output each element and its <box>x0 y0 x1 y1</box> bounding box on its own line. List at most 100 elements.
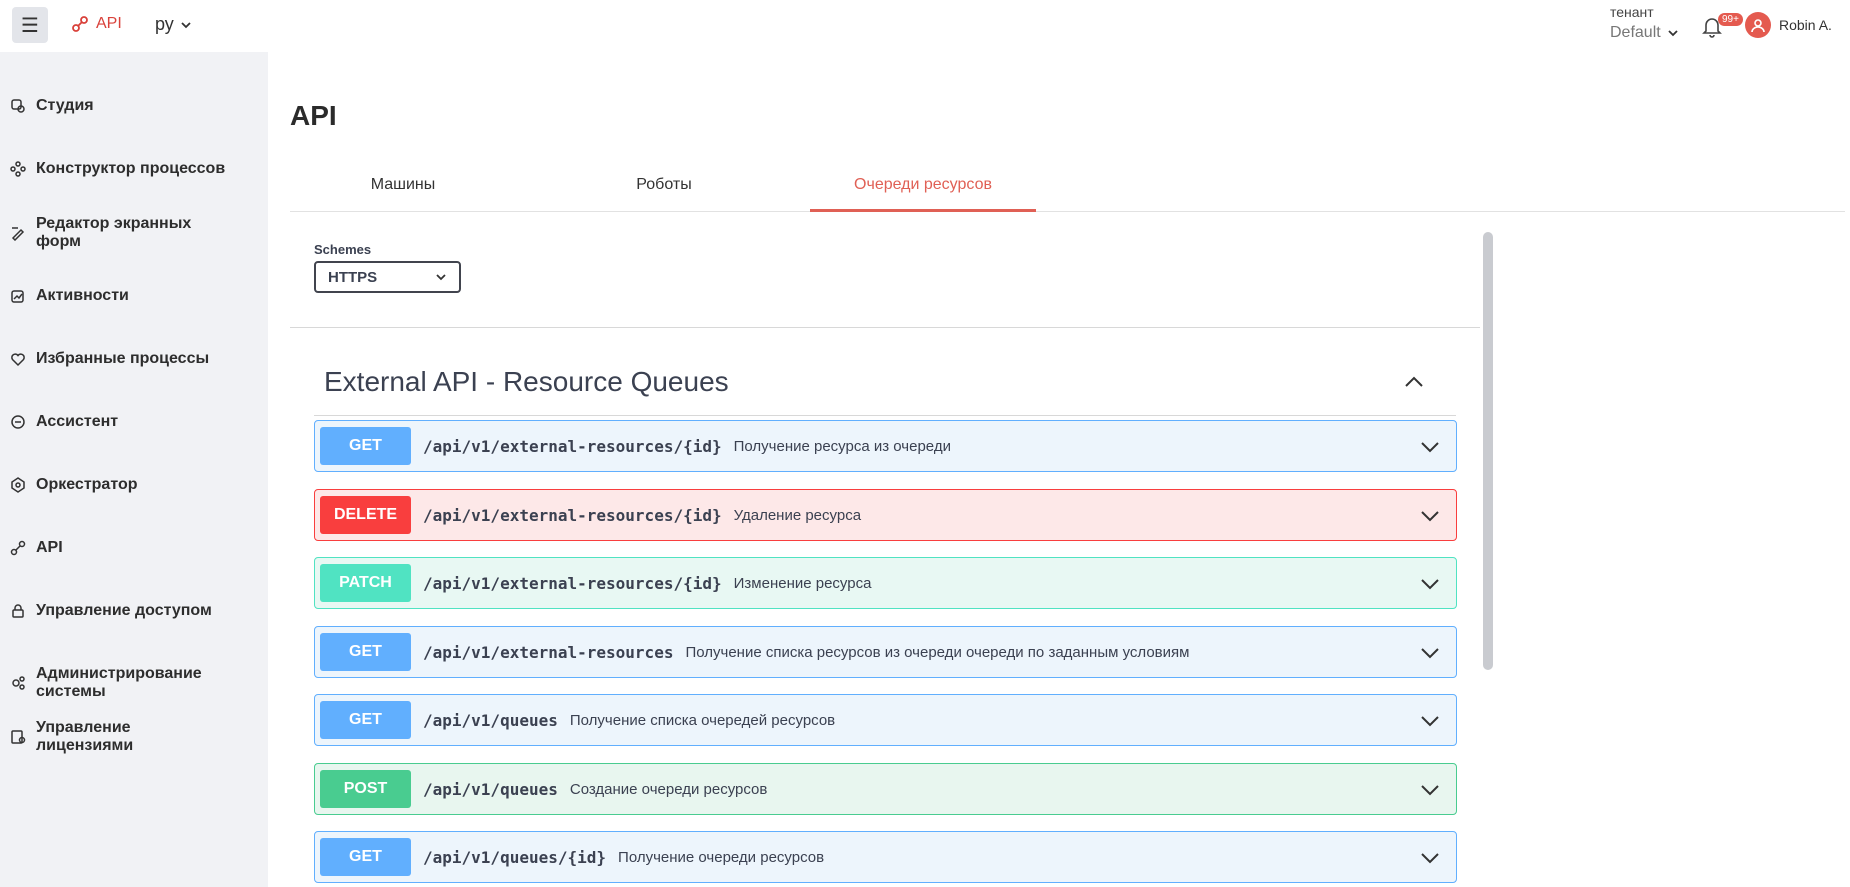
sidebar-item-activities[interactable]: Активности <box>0 287 268 305</box>
sidebar-item-label: Оркестратор <box>36 476 138 493</box>
operation-description: Получение ресурса из очереди <box>733 437 951 455</box>
assistant-icon <box>11 415 25 429</box>
operation-path: /api/v1/queues <box>423 710 558 730</box>
brand-label: API <box>96 15 122 32</box>
top-bar: ☰ API ру тенант Default 99+ Robin A. <box>0 0 1850 52</box>
api-link-icon <box>72 16 88 32</box>
operation-description: Получение очереди ресурсов <box>618 848 825 866</box>
operation-path: /api/v1/external-resources <box>423 642 674 662</box>
lock-icon <box>12 604 24 618</box>
language-value: ру <box>155 14 174 34</box>
operation-get-external-resource[interactable]: GET /api/v1/external-resources/{id} Полу… <box>314 420 1457 472</box>
chevron-down-icon[interactable] <box>1418 435 1442 459</box>
tab-resource-queues[interactable]: Очереди ресурсов <box>810 170 1036 212</box>
activities-icon <box>11 290 24 303</box>
page-title: API <box>290 100 337 131</box>
tab-machines[interactable]: Машины <box>290 170 516 212</box>
tenant-select[interactable]: Default <box>1610 24 1679 42</box>
schemes-label: Schemes <box>314 242 372 257</box>
operation-description: Создание очереди ресурсов <box>569 780 768 798</box>
tab-robots[interactable]: Роботы <box>551 170 777 212</box>
tab-bar: Машины Роботы Очереди ресурсов <box>290 170 1845 212</box>
sidebar-item-label: Управление лицензиями <box>36 719 134 754</box>
operation-patch-external-resource[interactable]: PATCH /api/v1/external-resources/{id} Из… <box>314 557 1457 609</box>
chevron-down-icon <box>1668 30 1678 37</box>
scrollbar[interactable] <box>1483 232 1493 670</box>
chevron-down-icon[interactable] <box>1418 572 1442 596</box>
schemes-select[interactable]: HTTPS <box>314 261 461 293</box>
sidebar-item-api[interactable]: API <box>0 539 268 557</box>
hamburger-icon: ☰ <box>21 14 39 37</box>
admin-gear-icon <box>12 676 25 690</box>
operation-path: /api/v1/external-resources/{id} <box>423 436 722 456</box>
chevron-down-icon[interactable] <box>1418 778 1442 802</box>
operation-path: /api/v1/queues/{id} <box>423 847 607 867</box>
sidebar-item-label: API <box>36 539 63 556</box>
method-badge: GET <box>320 633 411 671</box>
section-header[interactable]: External API - Resource Queues <box>314 360 1456 416</box>
sidebar-item-access[interactable]: Управление доступом <box>0 602 268 620</box>
sidebar-item-orchestrator[interactable]: Оркестратор <box>0 476 268 494</box>
avatar <box>1745 12 1771 38</box>
operation-delete-external-resource[interactable]: DELETE /api/v1/external-resources/{id} У… <box>314 489 1457 541</box>
sidebar-item-licenses[interactable]: Управление лицензиями <box>0 719 268 755</box>
license-icon <box>11 730 26 744</box>
chevron-down-icon <box>181 21 191 28</box>
orchestrator-icon <box>11 477 25 493</box>
method-badge: GET <box>320 427 411 465</box>
operation-description: Получение списка очередей ресурсов <box>569 711 836 729</box>
tenant-label: тенант <box>1610 4 1654 20</box>
sidebar-item-administration[interactable]: Администрирование системы <box>0 665 268 701</box>
user-icon <box>1751 19 1765 33</box>
chevron-up-icon[interactable] <box>1402 370 1426 394</box>
user-name: Robin A. <box>1779 17 1832 33</box>
sidebar-item-label: Активности <box>36 287 129 304</box>
chevron-down-icon[interactable] <box>1418 504 1442 528</box>
chevron-down-icon <box>436 274 446 281</box>
sidebar-item-studio[interactable]: Студия <box>0 97 268 115</box>
studio-icon <box>11 99 25 113</box>
method-badge: DELETE <box>320 496 411 534</box>
tenant-value: Default <box>1610 24 1661 41</box>
operation-post-queues[interactable]: POST /api/v1/queues Создание очереди рес… <box>314 763 1457 815</box>
schemes-block: Schemes HTTPS <box>314 242 461 293</box>
operation-get-queues[interactable]: GET /api/v1/queues Получение списка очер… <box>314 694 1457 746</box>
sidebar-item-label: Конструктор процессов <box>36 160 226 177</box>
operation-get-external-resources[interactable]: GET /api/v1/external-resources Получение… <box>314 626 1457 678</box>
method-badge: POST <box>320 770 411 808</box>
section-title: External API - Resource Queues <box>324 366 729 397</box>
method-badge: GET <box>320 701 411 739</box>
process-builder-icon <box>10 161 26 177</box>
sidebar: Студия Конструктор процессов Редактор эк… <box>0 52 268 887</box>
user-menu[interactable]: Robin A. <box>1745 12 1832 38</box>
api-icon <box>10 540 26 556</box>
chevron-down-icon[interactable] <box>1418 709 1442 733</box>
method-badge: GET <box>320 838 411 876</box>
sidebar-item-label: Управление доступом <box>36 602 212 619</box>
sidebar-item-process-builder[interactable]: Конструктор процессов <box>0 160 268 178</box>
sidebar-item-label: Избранные процессы <box>36 350 210 367</box>
operation-path: /api/v1/external-resources/{id} <box>423 573 722 593</box>
sidebar-item-label: Администрирование системы <box>36 665 202 700</box>
sidebar-item-assistant[interactable]: Ассистент <box>0 413 268 431</box>
sidebar-item-favorites[interactable]: Избранные процессы <box>0 350 268 368</box>
operation-description: Удаление ресурса <box>733 506 862 524</box>
chevron-down-icon[interactable] <box>1418 641 1442 665</box>
sidebar-item-label: Редактор экранных форм <box>36 215 192 250</box>
form-editor-icon <box>11 227 25 241</box>
operation-path: /api/v1/external-resources/{id} <box>423 505 722 525</box>
heart-icon <box>11 353 25 367</box>
sidebar-item-label: Ассистент <box>36 413 119 430</box>
method-badge: PATCH <box>320 564 411 602</box>
operation-path: /api/v1/queues <box>423 779 558 799</box>
operation-description: Получение списка ресурсов из очереди оче… <box>685 643 1190 661</box>
menu-toggle-button[interactable]: ☰ <box>12 7 48 43</box>
divider <box>290 327 1480 328</box>
operation-get-queue-by-id[interactable]: GET /api/v1/queues/{id} Получение очеред… <box>314 831 1457 883</box>
language-select[interactable]: ру <box>155 14 192 35</box>
chevron-down-icon[interactable] <box>1418 846 1442 870</box>
sidebar-item-form-editor[interactable]: Редактор экранных форм <box>0 215 268 251</box>
notifications-badge: 99+ <box>1718 13 1743 26</box>
tenant-selector: тенант Default <box>1610 4 1679 42</box>
brand[interactable]: API <box>70 14 122 34</box>
